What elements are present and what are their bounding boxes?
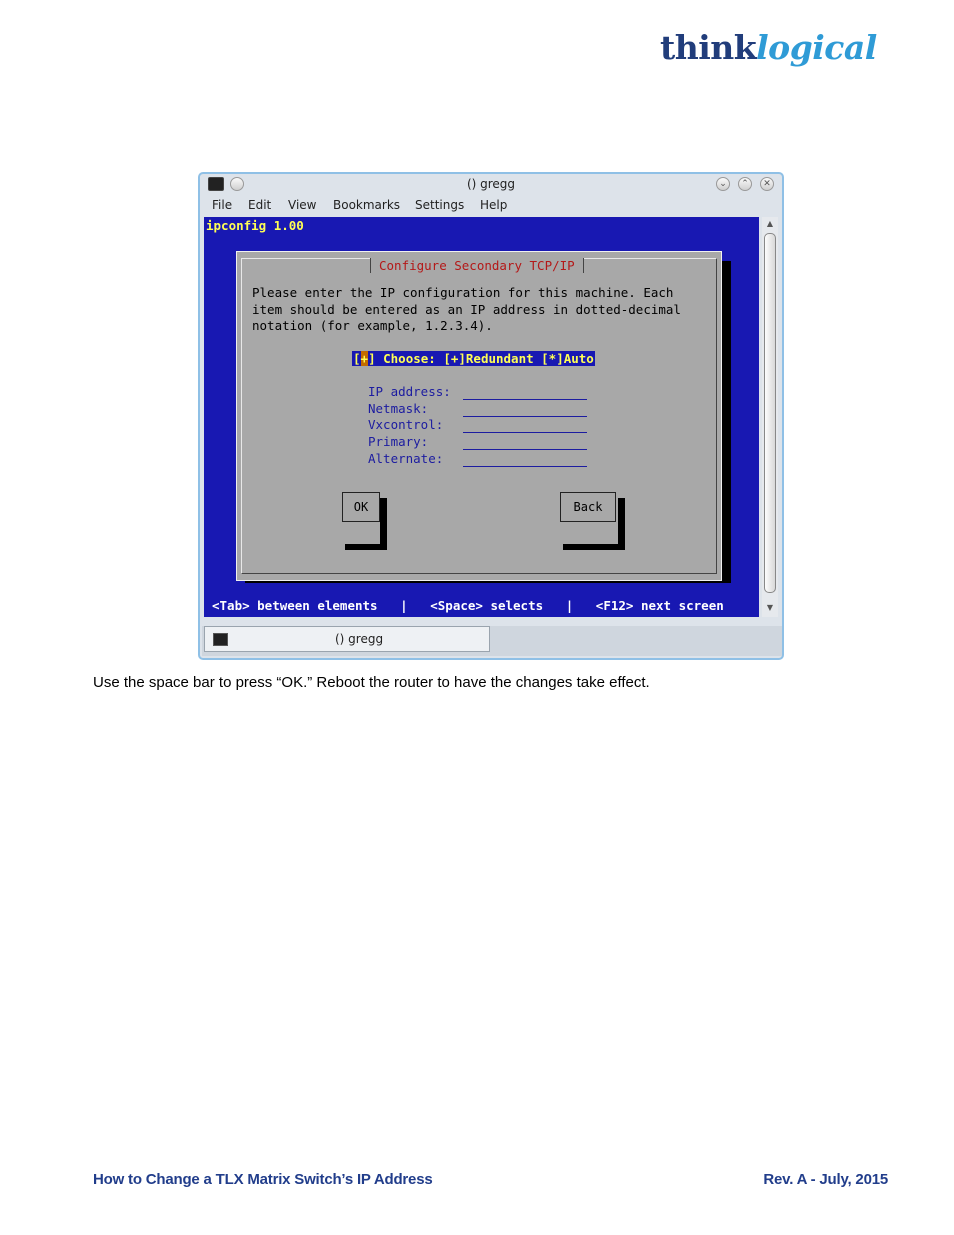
menu-settings[interactable]: Settings <box>415 198 464 212</box>
ok-button-shadow <box>380 498 387 550</box>
config-dialog: Configure Secondary TCP/IP Please enter … <box>236 251 722 581</box>
logo-think: think <box>660 28 757 67</box>
field-label: Vxcontrol: <box>368 417 444 433</box>
intro-line: item should be entered as an IP address … <box>252 301 681 317</box>
window-title: () gregg <box>466 177 516 191</box>
app-title: ipconfig 1.00 <box>206 218 304 233</box>
back-button-shadow <box>618 498 625 550</box>
choose-bracket: [ <box>353 351 361 366</box>
back-button-shadow-bottom <box>563 544 625 550</box>
field-label: Netmask: <box>368 400 429 416</box>
minimize-icon[interactable]: ⌄ <box>716 177 730 191</box>
session-tab-bar: () gregg <box>202 626 782 656</box>
back-button[interactable]: Back <box>560 492 616 522</box>
scroll-up-icon[interactable]: ▲ <box>764 219 776 229</box>
field-label: Alternate: <box>368 450 444 466</box>
terminal-tab-icon <box>213 633 228 646</box>
dialog-title: Configure Secondary TCP/IP <box>370 258 584 273</box>
ok-button-shadow-bottom <box>345 544 387 550</box>
mode-selector[interactable]: [+] Choose: [+]Redundant [*]Auto <box>352 351 595 366</box>
ip-address-input[interactable] <box>463 399 587 400</box>
footer-document-title: How to Change a TLX Matrix Switch’s IP A… <box>93 1171 433 1188</box>
vxcontrol-input[interactable] <box>463 432 587 434</box>
session-tab-label: () gregg <box>335 632 384 646</box>
primary-input[interactable] <box>463 449 587 451</box>
key-help-line: <Tab> between elements | <Space> selects… <box>212 598 724 613</box>
session-tab[interactable]: () gregg <box>204 626 490 652</box>
terminal-window: () gregg ⌄ ⌃ ✕ File Edit View Bookmarks … <box>198 172 784 660</box>
menu-edit[interactable]: Edit <box>248 198 271 212</box>
terminal-screen[interactable]: ipconfig 1.00 Configure Secondary TCP/IP… <box>204 217 759 617</box>
choose-cursor[interactable]: + <box>360 351 369 366</box>
logo-logical: logical <box>756 28 877 67</box>
scroll-down-icon[interactable]: ▼ <box>764 603 776 613</box>
maximize-icon[interactable]: ⌃ <box>738 177 752 191</box>
choose-options: ] Choose: [+]Redundant [*]Auto <box>368 351 594 366</box>
menu-bookmarks[interactable]: Bookmarks <box>333 198 400 212</box>
alternate-input[interactable] <box>463 465 587 467</box>
intro-line: notation (for example, 1.2.3.4). <box>252 318 493 333</box>
close-icon[interactable]: ✕ <box>760 177 774 191</box>
dialog-shadow-right <box>722 261 731 583</box>
instruction-text: Use the space bar to press “OK.” Reboot … <box>93 674 650 691</box>
field-label: IP address: <box>368 384 451 399</box>
field-label: Primary: <box>368 434 429 450</box>
netmask-input[interactable] <box>463 415 587 417</box>
intro-line: Please enter the IP configuration for th… <box>252 285 674 300</box>
menu-help[interactable]: Help <box>480 198 507 212</box>
menu-view[interactable]: View <box>288 198 316 212</box>
dialog-intro: Please enter the IP configuration for th… <box>252 285 681 335</box>
ok-button[interactable]: OK <box>342 492 380 522</box>
scrollbar-thumb[interactable] <box>764 233 776 593</box>
terminal-scrollbar[interactable]: ▲ ▼ <box>762 217 778 617</box>
footer-revision: Rev. A - July, 2015 <box>763 1171 888 1188</box>
window-titlebar[interactable]: () gregg ⌄ ⌃ ✕ <box>200 174 782 196</box>
thinklogical-logo: thinklogical <box>660 28 877 68</box>
menu-file[interactable]: File <box>212 198 232 212</box>
